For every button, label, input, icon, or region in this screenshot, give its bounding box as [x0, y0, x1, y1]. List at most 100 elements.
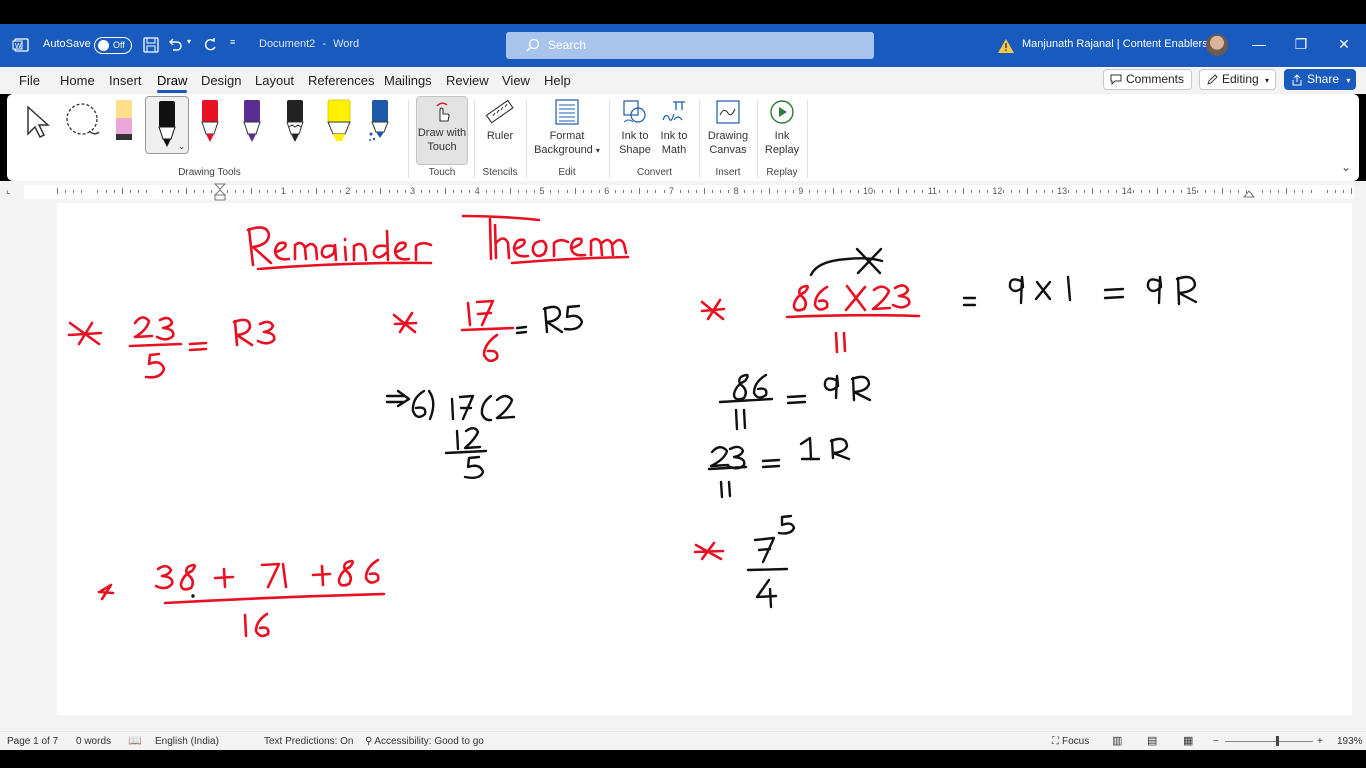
- ruler-tick: [793, 190, 794, 193]
- galaxy-pen-icon[interactable]: [367, 98, 391, 144]
- ink-dot: [191, 594, 195, 598]
- ruler-number: 10: [863, 186, 874, 196]
- web-layout-icon[interactable]: ▦: [1183, 734, 1193, 747]
- language-status[interactable]: English (India): [155, 736, 219, 747]
- focus-mode-button[interactable]: ⛶ Focus: [1052, 736, 1089, 747]
- word-count[interactable]: 0 words: [76, 736, 111, 747]
- status-bar: Page 1 of 7 0 words 📖 English (India) Te…: [0, 731, 1366, 750]
- autosave-label: AutoSave: [43, 38, 91, 50]
- ink-to-shape-button[interactable]: Ink to Shape: [616, 98, 654, 157]
- tab-draw[interactable]: Draw: [157, 73, 188, 93]
- ruler-tick: [1165, 190, 1166, 193]
- ruler-number: 1: [280, 186, 286, 196]
- ruler-tick: [1141, 190, 1142, 193]
- ruler-tick: [575, 188, 576, 194]
- autosave-toggle[interactable]: Off: [94, 37, 132, 54]
- proofing-icon[interactable]: 📖: [128, 734, 142, 747]
- draw-with-touch-button[interactable]: Draw with Touch: [416, 96, 468, 165]
- chevron-down-icon: ▾: [1265, 76, 1270, 85]
- comments-button[interactable]: Comments: [1103, 69, 1192, 90]
- format-background-button[interactable]: Format Background ▾: [532, 98, 602, 158]
- red-pen-icon[interactable]: [199, 98, 221, 144]
- accessibility-status[interactable]: ⚲ Accessibility: Good to go: [365, 736, 484, 747]
- pen-options-chevron-icon[interactable]: ⌄: [178, 142, 185, 151]
- svg-text:W: W: [15, 43, 22, 50]
- right-indent-marker-icon[interactable]: [1243, 188, 1255, 198]
- menu-bar: File Home Insert Draw Design Layout Refe…: [0, 67, 1366, 94]
- ruler-tick: [817, 190, 818, 193]
- read-mode-icon[interactable]: ▥: [1112, 734, 1122, 747]
- tab-layout[interactable]: Layout: [255, 73, 294, 88]
- tab-mailings[interactable]: Mailings: [384, 73, 432, 88]
- text-predictions-status[interactable]: Text Predictions: On: [264, 736, 353, 747]
- zoom-out-icon[interactable]: −: [1213, 736, 1219, 747]
- purple-pen-icon[interactable]: [241, 98, 263, 144]
- ruler-tick: [906, 190, 907, 193]
- tab-references[interactable]: References: [308, 73, 374, 88]
- search-placeholder: Search: [548, 38, 587, 52]
- zoom-slider[interactable]: [1225, 741, 1313, 742]
- lasso-select-icon[interactable]: [63, 102, 103, 140]
- ink-to-shape-label-2: Shape: [619, 144, 651, 156]
- ruler-tick: [655, 190, 656, 193]
- tab-view[interactable]: View: [502, 73, 530, 88]
- zoom-in-icon[interactable]: +: [1317, 736, 1323, 747]
- share-button[interactable]: Share ▾: [1284, 69, 1356, 90]
- ink-to-math-label-1: Ink to: [660, 130, 688, 142]
- tab-design[interactable]: Design: [201, 73, 241, 88]
- ruler-tick: [1068, 190, 1069, 193]
- ribbon-separator: [408, 100, 409, 178]
- search-box[interactable]: Search: [506, 32, 874, 59]
- warning-icon[interactable]: [997, 37, 1015, 55]
- ruler-tick: [809, 190, 810, 193]
- collapse-ribbon-icon[interactable]: ⌄: [1341, 160, 1351, 174]
- pencil-tool-icon[interactable]: [113, 98, 135, 144]
- zoom-level[interactable]: 193%: [1337, 736, 1363, 747]
- indent-marker-icon[interactable]: [214, 183, 226, 201]
- editing-mode-button[interactable]: Editing ▾: [1199, 69, 1276, 90]
- tab-selector-icon[interactable]: ⌞: [6, 185, 11, 196]
- tab-home[interactable]: Home: [60, 73, 95, 88]
- restore-icon[interactable]: ❐: [1291, 34, 1311, 54]
- ink-to-math-button[interactable]: Ink to Math: [656, 98, 692, 157]
- tab-help[interactable]: Help: [544, 73, 571, 88]
- save-icon[interactable]: [142, 36, 160, 54]
- customize-toolbar-icon[interactable]: ≡: [230, 37, 235, 47]
- document-page[interactable]: [57, 203, 1352, 715]
- share-icon: [1292, 74, 1302, 86]
- select-arrow-icon[interactable]: [24, 104, 52, 140]
- drawing-canvas-button[interactable]: Drawing Canvas: [704, 98, 752, 157]
- yellow-highlighter-icon[interactable]: [325, 98, 353, 144]
- undo-icon[interactable]: [166, 36, 184, 54]
- ruler-tick: [461, 190, 462, 193]
- ink-replay-label-2: Replay: [764, 144, 800, 156]
- ruler-number: 5: [539, 186, 545, 196]
- zoom-slider-thumb[interactable]: [1276, 736, 1279, 746]
- tab-file[interactable]: File: [19, 73, 40, 88]
- ruler-tick: [259, 190, 260, 193]
- ruler-tick: [1197, 190, 1198, 193]
- ink-title: [246, 214, 630, 271]
- redo-icon[interactable]: [201, 36, 219, 54]
- ruler-button[interactable]: Ruler: [481, 98, 519, 143]
- undo-dropdown-icon[interactable]: ▾: [187, 37, 191, 46]
- user-avatar[interactable]: [1206, 34, 1228, 56]
- black-pen-selected[interactable]: ⌄: [145, 96, 189, 154]
- ink-replay-button[interactable]: Ink Replay: [762, 98, 802, 157]
- ruler-number: 12: [992, 186, 1003, 196]
- ink-drawing[interactable]: [57, 203, 1352, 715]
- ruler-number: 7: [668, 186, 674, 196]
- close-icon[interactable]: ✕: [1334, 34, 1354, 54]
- user-name[interactable]: Manjunath Rajanal | Content Enablers: [1022, 38, 1208, 50]
- tab-insert[interactable]: Insert: [109, 73, 142, 88]
- page-count[interactable]: Page 1 of 7: [7, 736, 58, 747]
- tab-review[interactable]: Review: [446, 73, 489, 88]
- black-marker-icon[interactable]: [284, 98, 306, 144]
- print-layout-icon[interactable]: ▤: [1147, 734, 1157, 747]
- ruler-tick: [445, 188, 446, 194]
- minimize-icon[interactable]: —: [1249, 34, 1269, 54]
- ruler-number: 4: [474, 186, 480, 196]
- ruler-tick: [963, 188, 964, 194]
- comment-icon: [1110, 74, 1122, 85]
- ruler-tick: [227, 190, 228, 193]
